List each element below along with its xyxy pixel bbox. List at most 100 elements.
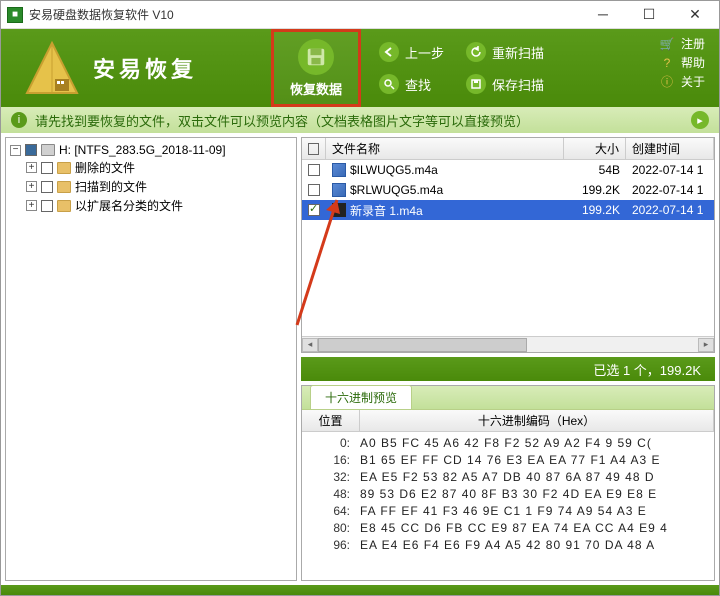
help-button[interactable]: ?帮助: [659, 54, 705, 71]
cart-icon: 🛒: [659, 36, 675, 52]
drive-icon: [41, 144, 55, 156]
row-checkbox[interactable]: [308, 184, 320, 196]
about-label: 关于: [681, 73, 705, 90]
expand-icon[interactable]: +: [26, 181, 37, 192]
hex-bytes: A0 B5 FC 45 A6 42 F8 F2 52 A9 A2 F4 9 59…: [360, 436, 714, 450]
tree-checkbox[interactable]: [41, 200, 53, 212]
maximize-button[interactable]: ☐: [635, 6, 663, 23]
tree-item[interactable]: + 以扩展名分类的文件: [26, 196, 292, 215]
register-button[interactable]: 🛒 注册: [659, 35, 705, 52]
header-checkbox[interactable]: [308, 143, 319, 155]
tree-root[interactable]: − H: [NTFS_283.5G_2018-11-09]: [10, 142, 292, 158]
close-button[interactable]: ✕: [681, 6, 709, 23]
tip-next-icon[interactable]: ▸: [691, 111, 709, 129]
recover-data-button[interactable]: 恢复数据: [271, 29, 361, 107]
scroll-left-icon[interactable]: ◂: [302, 338, 318, 352]
tree-item[interactable]: +删除的文件: [26, 158, 292, 177]
save-scan-label: 保存扫描: [492, 75, 544, 94]
register-label: 注册: [681, 35, 705, 52]
minimize-button[interactable]: ─: [589, 6, 617, 23]
scroll-track[interactable]: [318, 338, 698, 352]
list-header: 文件名称 大小 创建时间: [302, 138, 714, 160]
file-name: 新录音 1.m4a: [350, 202, 423, 219]
refresh-icon: [466, 42, 486, 62]
app-icon: ■: [7, 7, 23, 23]
col-size[interactable]: 大小: [564, 138, 626, 159]
tree-checkbox[interactable]: [41, 162, 53, 174]
tree-root-label: H: [NTFS_283.5G_2018-11-09]: [59, 143, 226, 157]
row-checkbox[interactable]: [308, 164, 320, 176]
app-window: ■ 安易硬盘数据恢复软件 V10 ─ ☐ ✕ 安易恢复 恢复数据 上一步 重新扫…: [0, 0, 720, 596]
folder-icon: [57, 181, 71, 193]
file-name: $RLWUQG5.m4a: [350, 183, 443, 197]
prev-step-label: 上一步: [405, 43, 444, 62]
hex-offset: 48:: [302, 487, 360, 501]
tree-item-label: 以扩展名分类的文件: [75, 197, 183, 214]
row-checkbox[interactable]: [308, 204, 320, 216]
file-date: 2022-07-14 1: [632, 163, 703, 177]
main-body: − H: [NTFS_283.5G_2018-11-09] +删除的文件+扫描到…: [1, 133, 719, 585]
status-bar: 已选 1 个，199.2K: [301, 357, 715, 381]
file-icon: [332, 183, 346, 197]
list-row[interactable]: $ILWUQG5.m4a54B2022-07-14 1: [302, 160, 714, 180]
file-date: 2022-07-14 1: [632, 203, 703, 217]
hex-offset: 64:: [302, 504, 360, 518]
window-title: 安易硬盘数据恢复软件 V10: [29, 6, 589, 23]
tip-text: 请先找到要恢复的文件，双击文件可以预览内容（文档表格图片文字等可以直接预览）: [35, 111, 529, 130]
hex-bytes: EA E5 F2 53 82 A5 A7 DB 40 87 6A 87 49 4…: [360, 470, 714, 484]
toolbar-grid: 上一步 重新扫描 查找 保存扫描: [379, 42, 544, 94]
logo-block: 安易恢复: [1, 39, 271, 97]
tip-bar: i 请先找到要恢复的文件，双击文件可以预览内容（文档表格图片文字等可以直接预览）…: [1, 107, 719, 133]
hex-row: 0:A0 B5 FC 45 A6 42 F8 F2 52 A9 A2 F4 9 …: [302, 434, 714, 451]
hex-row: 80:E8 45 CC D6 FB CC E9 87 EA 74 EA CC A…: [302, 519, 714, 536]
hex-row: 16:B1 65 EF FF CD 14 76 E3 EA EA 77 F1 A…: [302, 451, 714, 468]
col-name[interactable]: 文件名称: [326, 138, 564, 159]
file-icon: [332, 203, 346, 217]
about-button[interactable]: ⓘ关于: [659, 73, 705, 90]
tree-checkbox[interactable]: [25, 144, 37, 156]
right-pane: 文件名称 大小 创建时间 $ILWUQG5.m4a54B2022-07-14 1…: [301, 137, 715, 581]
tree-item-label: 扫描到的文件: [75, 178, 147, 195]
file-size: 199.2K: [582, 183, 620, 197]
file-name: $ILWUQG5.m4a: [350, 163, 438, 177]
expand-icon[interactable]: +: [26, 162, 37, 173]
hex-row: 64:FA FF EF 41 F3 46 9E C1 1 F9 74 A9 54…: [302, 502, 714, 519]
hex-col-bytes: 十六进制编码（Hex）: [360, 410, 714, 431]
folder-icon: [57, 200, 71, 212]
search-icon: [379, 74, 399, 94]
scroll-thumb[interactable]: [318, 338, 527, 352]
disk-icon: [466, 74, 486, 94]
tree-checkbox[interactable]: [41, 181, 53, 193]
file-size: 199.2K: [582, 203, 620, 217]
prev-step-button[interactable]: 上一步: [379, 42, 444, 62]
hex-body[interactable]: 0:A0 B5 FC 45 A6 42 F8 F2 52 A9 A2 F4 9 …: [302, 432, 714, 580]
tree-item[interactable]: + 扫描到的文件: [26, 177, 292, 196]
collapse-icon[interactable]: −: [10, 145, 21, 156]
col-date[interactable]: 创建时间: [626, 138, 714, 159]
hex-offset: 0:: [302, 436, 360, 450]
hex-tab[interactable]: 十六进制预览: [310, 385, 412, 409]
hex-bytes: FA FF EF 41 F3 46 9E C1 1 F9 74 A9 54 A3…: [360, 504, 714, 518]
hex-bytes: EA E4 E6 F4 E6 F9 A4 A5 42 80 91 70 DA 4…: [360, 538, 714, 552]
hex-bytes: E8 45 CC D6 FB CC E9 87 EA 74 EA CC A4 E…: [360, 521, 714, 535]
save-icon: [298, 39, 334, 75]
hex-offset: 96:: [302, 538, 360, 552]
scroll-right-icon[interactable]: ▸: [698, 338, 714, 352]
rescan-button[interactable]: 重新扫描: [466, 42, 544, 62]
col-checkbox[interactable]: [302, 138, 326, 159]
folder-icon: [57, 162, 71, 174]
hex-header: 位置 十六进制编码（Hex）: [302, 410, 714, 432]
hex-preview: 十六进制预览 位置 十六进制编码（Hex） 0:A0 B5 FC 45 A6 4…: [301, 385, 715, 581]
hex-offset: 16:: [302, 453, 360, 467]
search-button[interactable]: 查找: [379, 74, 444, 94]
folder-tree[interactable]: − H: [NTFS_283.5G_2018-11-09] +删除的文件+扫描到…: [5, 137, 297, 581]
file-date: 2022-07-14 1: [632, 183, 703, 197]
expand-icon[interactable]: +: [26, 200, 37, 211]
recover-data-label: 恢复数据: [290, 79, 342, 98]
list-row[interactable]: 新录音 1.m4a 199.2K 2022-07-14 1: [302, 200, 714, 220]
rescan-label: 重新扫描: [492, 43, 544, 62]
horizontal-scrollbar[interactable]: ◂ ▸: [302, 336, 714, 352]
file-list: 文件名称 大小 创建时间 $ILWUQG5.m4a54B2022-07-14 1…: [301, 137, 715, 353]
save-scan-button[interactable]: 保存扫描: [466, 74, 544, 94]
list-row[interactable]: $RLWUQG5.m4a 199.2K 2022-07-14 1: [302, 180, 714, 200]
